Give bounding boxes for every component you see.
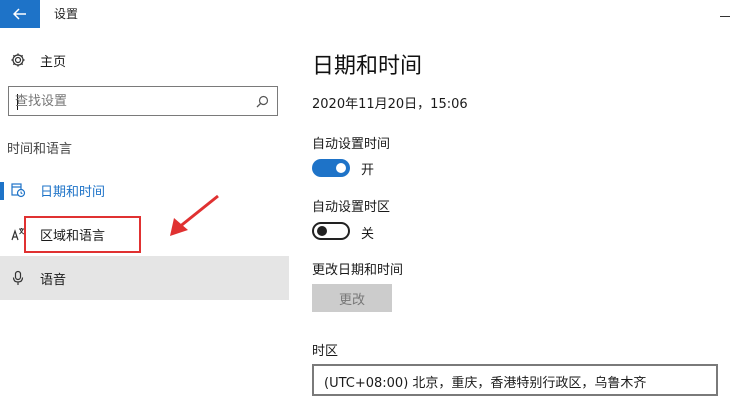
home-label: 主页 xyxy=(40,55,67,70)
toggle-knob xyxy=(317,226,327,236)
auto-timezone-toggle[interactable] xyxy=(312,222,350,240)
calendar-clock-icon xyxy=(11,183,26,198)
sidebar: 主页 时间和语言 日期和时间 区域和语言 语音 xyxy=(0,28,289,418)
search-icon[interactable] xyxy=(256,95,269,108)
sidebar-item-home[interactable]: 主页 xyxy=(0,46,289,74)
timezone-dropdown[interactable]: (UTC+08:00) 北京，重庆，香港特别行政区，乌鲁木齐 xyxy=(312,364,718,396)
search-input[interactable] xyxy=(15,91,245,111)
window-title: 设置 xyxy=(54,7,79,21)
change-datetime-button[interactable]: 更改 xyxy=(312,284,392,312)
selection-indicator xyxy=(0,182,4,200)
search-box[interactable] xyxy=(8,86,278,116)
section-heading: 时间和语言 xyxy=(7,142,73,157)
minimize-icon xyxy=(720,15,730,17)
change-datetime-label: 更改日期和时间 xyxy=(312,263,404,278)
page-title: 日期和时间 xyxy=(312,54,423,79)
timezone-value: (UTC+08:00) 北京，重庆，香港特别行政区，乌鲁木齐 xyxy=(324,376,647,391)
back-button[interactable] xyxy=(0,0,40,28)
minimize-button[interactable] xyxy=(705,0,745,28)
sidebar-item-label: 语音 xyxy=(40,273,67,288)
sidebar-item-date-time[interactable]: 日期和时间 xyxy=(0,168,289,212)
auto-time-toggle[interactable] xyxy=(312,159,350,177)
auto-timezone-label: 自动设置时区 xyxy=(312,200,391,215)
toggle-knob xyxy=(336,163,346,173)
annotation-arrow-icon xyxy=(170,194,219,236)
microphone-icon xyxy=(12,270,24,285)
annotation-highlight-box xyxy=(24,216,141,253)
current-datetime: 2020年11月20日，15:06 xyxy=(312,97,468,112)
title-bar: 设置 xyxy=(0,0,745,28)
sidebar-item-label: 日期和时间 xyxy=(40,185,106,200)
auto-time-label: 自动设置时间 xyxy=(312,137,391,152)
auto-timezone-state: 关 xyxy=(361,227,375,242)
back-arrow-icon xyxy=(13,8,26,20)
gear-icon xyxy=(11,53,25,67)
timezone-label: 时区 xyxy=(312,344,339,359)
auto-time-state: 开 xyxy=(361,163,375,178)
sidebar-item-speech[interactable]: 语音 xyxy=(0,256,289,300)
main-content: 日期和时间 2020年11月20日，15:06 自动设置时间 开 自动设置时区 … xyxy=(289,28,745,418)
